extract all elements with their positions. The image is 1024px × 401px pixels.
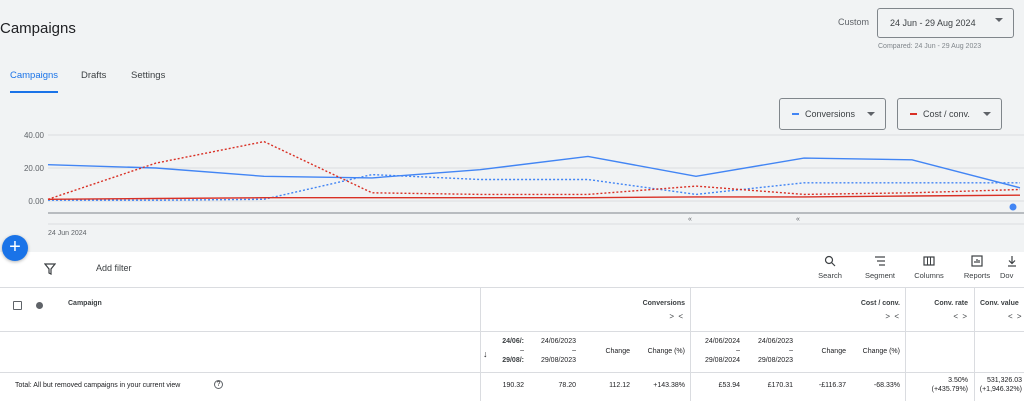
download-icon <box>1008 256 1016 267</box>
date-range-picker[interactable]: 24 Jun - 29 Aug 2024 <box>877 8 1014 38</box>
y-tick-label: 0.00 <box>28 197 44 206</box>
collapse-columns-icon[interactable]: > < <box>836 312 900 321</box>
date-range-type-label: Custom <box>838 17 870 27</box>
columns-button[interactable]: Columns <box>909 255 949 280</box>
conv-previous-period-header[interactable]: 24/06/2023 <box>528 338 576 345</box>
conv-change-value: 112.12 <box>609 382 630 389</box>
table-toolbar: Add filter Search Segment Columns Report… <box>0 252 1024 288</box>
cost-change-header[interactable]: Change <box>798 348 846 355</box>
filter-icon[interactable] <box>43 262 57 280</box>
performance-chart: 40.00 20.00 0.00 « « 24 Jun 2024 <box>0 128 1024 246</box>
conv-value-column-header[interactable]: Conv. value <box>980 300 1019 307</box>
annotation-marker-icon[interactable]: « <box>796 216 800 223</box>
search-icon <box>824 255 836 267</box>
select-all-checkbox[interactable] <box>13 301 22 310</box>
sort-descending-icon[interactable]: ↓ <box>483 349 488 359</box>
metric-selector-cost-per-conv[interactable]: Cost / conv. <box>897 98 1002 130</box>
campaigns-page: Campaigns Custom 24 Jun - 29 Aug 2024 Co… <box>0 0 1024 401</box>
expand-columns-icon[interactable]: < > <box>1008 312 1023 321</box>
table-subheader-row: ↓ 24/06/: – 29/08/: 24/06/2023 – 29/08/2… <box>0 332 1024 373</box>
active-tab-indicator <box>10 91 58 93</box>
cost-previous-value: £170.31 <box>767 382 793 389</box>
tab-campaigns[interactable]: Campaigns <box>10 70 58 81</box>
date-separator: – <box>572 347 576 354</box>
chevron-down-icon <box>867 112 875 116</box>
segment-label: Segment <box>864 271 896 280</box>
series-line-conversionscurrent <box>47 155 1021 189</box>
compared-date-range: Compared: 24 Jun - 29 Aug 2023 <box>878 43 982 50</box>
series-color-swatch <box>792 113 799 115</box>
cost-per-conv-column-header[interactable]: Cost / conv. <box>795 300 900 307</box>
search-button[interactable]: Search <box>810 255 850 280</box>
reports-icon <box>971 255 983 267</box>
segment-icon <box>875 256 885 266</box>
conv-change-pct-header[interactable]: Change (%) <box>635 348 685 355</box>
cost-previous-period-header-end: 29/08/2023 <box>757 357 793 364</box>
x-axis-start-label: 24 Jun 2024 <box>48 230 87 237</box>
tab-drafts[interactable]: Drafts <box>81 70 106 81</box>
collapse-columns-icon[interactable]: > < <box>620 312 684 321</box>
conv-rate-value: 3.50% <box>948 377 968 384</box>
status-dot-icon <box>36 302 43 309</box>
date-separator: – <box>789 347 793 354</box>
conversions-column-header[interactable]: Conversions <box>580 300 685 307</box>
conv-change-header[interactable]: Change <box>583 348 630 355</box>
add-filter-button[interactable]: Add filter <box>96 263 132 273</box>
search-label: Search <box>818 271 842 280</box>
date-separator: – <box>520 347 524 354</box>
y-tick-label: 40.00 <box>24 131 45 140</box>
series-color-swatch <box>910 113 917 115</box>
metric-label: Cost / conv. <box>923 109 970 119</box>
tab-settings[interactable]: Settings <box>131 70 165 81</box>
range-slider-handle[interactable] <box>1009 203 1017 211</box>
cost-current-period-header[interactable]: 24/06/2024 <box>692 338 740 345</box>
cost-previous-period-header[interactable]: 24/06/2023 <box>745 338 793 345</box>
expand-columns-icon[interactable]: < > <box>908 312 968 321</box>
date-range-value: 24 Jun - 29 Aug 2024 <box>890 18 976 28</box>
columns-label: Columns <box>914 271 944 280</box>
campaigns-table-area: Add filter Search Segment Columns Report… <box>0 252 1024 401</box>
cost-change-value: -£116.37 <box>818 382 846 389</box>
conv-rate-change: (+435.79%) <box>931 386 968 393</box>
metric-selector-conversions[interactable]: Conversions <box>779 98 886 130</box>
date-separator: – <box>736 347 740 354</box>
conv-value-value: 531,326.03 <box>986 377 1022 384</box>
series-line-cost-conv-current <box>47 194 1021 200</box>
cost-current-period-header-end: 29/08/2024 <box>704 357 740 364</box>
conv-previous-period-header-end: 29/08/2023 <box>540 357 576 364</box>
conv-change-pct-value: +143.38% <box>653 382 685 389</box>
cost-change-pct-header[interactable]: Change (%) <box>850 348 900 355</box>
cost-current-value: £53.94 <box>718 382 740 389</box>
page-title: Campaigns <box>0 20 76 37</box>
conv-value-change: (+1,946.32%) <box>979 386 1022 393</box>
conv-previous-value: 78.20 <box>558 382 576 389</box>
metric-label: Conversions <box>805 109 856 119</box>
y-tick-label: 20.00 <box>24 164 45 173</box>
chevron-down-icon <box>983 112 991 116</box>
segment-button[interactable]: Segment <box>860 255 900 280</box>
columns-icon <box>923 256 935 266</box>
total-row-label: Total: All but removed campaigns in your… <box>15 382 181 389</box>
conv-current-value: 190.32 <box>502 382 524 389</box>
cost-change-pct-value: -68.33% <box>873 382 900 389</box>
add-campaign-button[interactable]: + <box>2 235 28 261</box>
table-header-row: Campaign Conversions > < Cost / conv. > … <box>0 288 1024 332</box>
help-icon[interactable]: ? <box>214 380 223 389</box>
conv-rate-column-header[interactable]: Conv. rate <box>908 300 968 307</box>
conv-current-period-header-end: 29/08/: <box>502 357 524 364</box>
conv-current-period-header[interactable]: 24/06/: <box>490 338 524 345</box>
tab-bar: Campaigns Drafts Settings <box>0 62 1024 94</box>
chevron-down-icon <box>995 18 1003 22</box>
reports-button[interactable]: Reports <box>957 255 997 280</box>
campaign-column-header[interactable]: Campaign <box>68 300 102 307</box>
chart-canvas: 40.00 20.00 0.00 « « <box>24 131 1024 225</box>
download-label: Dov <box>1000 271 1014 280</box>
download-button[interactable]: Dov <box>1000 255 1024 280</box>
annotation-marker-icon[interactable]: « <box>688 216 692 223</box>
total-row: Total: All but removed campaigns in your… <box>0 373 1024 401</box>
reports-label: Reports <box>963 271 991 280</box>
